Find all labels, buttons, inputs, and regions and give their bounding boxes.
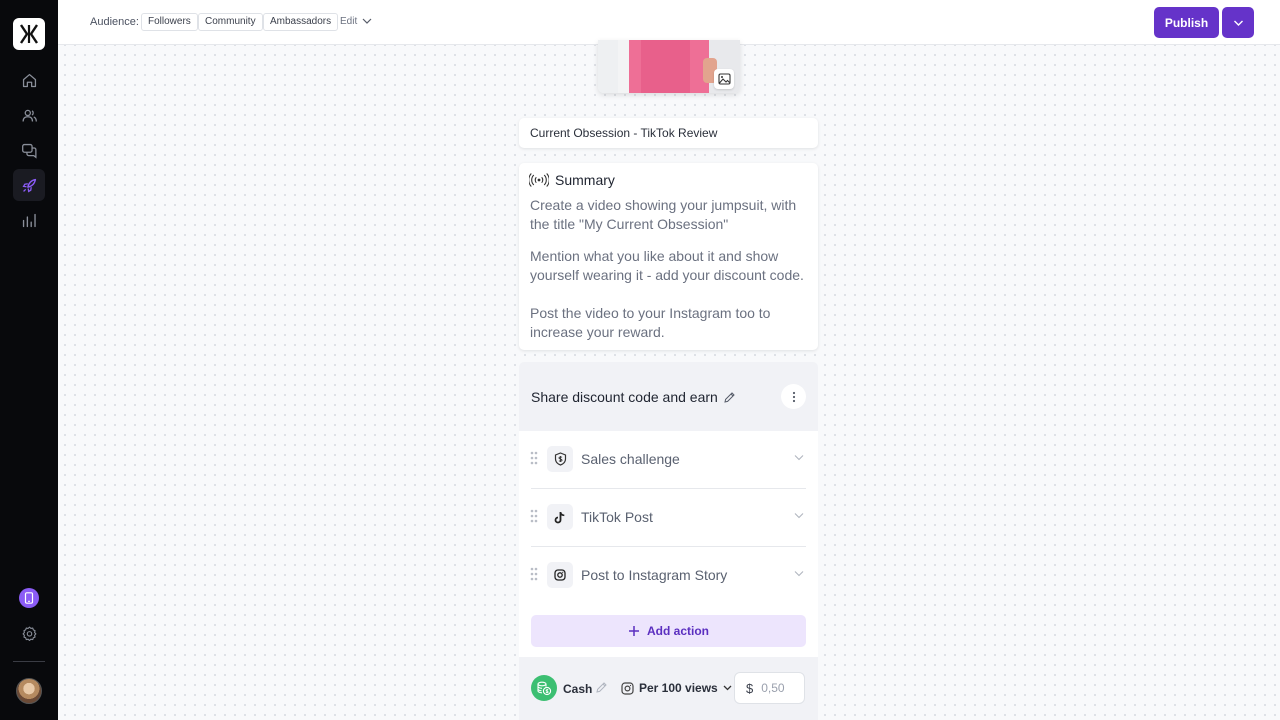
summary-text[interactable]: Create a video showing your jumpsuit, wi… <box>530 196 810 355</box>
drag-handle-icon[interactable] <box>530 451 538 465</box>
drag-handle-icon[interactable] <box>530 509 538 523</box>
tiktok-icon <box>554 511 565 523</box>
add-action-button[interactable]: Add action <box>531 615 806 647</box>
action-label: Post to Instagram Story <box>581 567 728 583</box>
sidebar-item-analytics[interactable] <box>13 204 45 236</box>
reward-title-text: Share discount code and earn <box>531 389 718 405</box>
audience-chip-community[interactable]: Community <box>198 13 263 31</box>
audience-chip-ambassadors[interactable]: Ambassadors <box>263 13 339 31</box>
summary-paragraph: Mention what you like about it and show … <box>530 248 804 283</box>
payout-metric-label: Per 100 views <box>639 681 718 695</box>
add-action-label: Add action <box>647 624 709 638</box>
payout-type: Cash <box>563 682 593 696</box>
chevron-down-icon[interactable] <box>794 512 804 519</box>
bar-chart-icon <box>22 213 36 227</box>
image-content <box>640 40 691 93</box>
reward-title[interactable]: Share discount code and earn <box>531 389 736 405</box>
pencil-icon[interactable] <box>723 391 736 404</box>
sidebar-item-messages[interactable] <box>13 134 45 166</box>
shield-dollar-icon <box>554 452 566 466</box>
instagram-icon <box>621 681 634 695</box>
action-label: TikTok Post <box>581 509 653 525</box>
audience-chip-followers[interactable]: Followers <box>141 13 198 31</box>
amount-field[interactable]: $ <box>734 672 805 704</box>
sidebar-divider <box>13 661 45 662</box>
chevron-down-icon[interactable] <box>794 454 804 461</box>
cash-icon <box>531 675 557 701</box>
summary-card: Summary Create a video showing your jump… <box>519 163 818 350</box>
action-label: Sales challenge <box>581 451 680 467</box>
instagram-icon <box>554 569 566 581</box>
rocket-icon <box>22 178 36 192</box>
campaign-cover-image <box>598 40 740 93</box>
change-image-button[interactable] <box>714 69 734 89</box>
action-item[interactable]: TikTok Post <box>519 489 818 547</box>
amount-input[interactable] <box>761 681 798 695</box>
plus-icon <box>629 626 639 636</box>
home-icon <box>22 73 36 87</box>
broadcast-icon <box>529 173 549 187</box>
publish-options-button[interactable] <box>1222 7 1254 38</box>
logo-mark-icon <box>20 24 38 44</box>
gear-icon <box>22 626 36 641</box>
campaign-title: Current Obsession - TikTok Review <box>530 126 718 140</box>
users-icon <box>21 109 37 121</box>
publish-button[interactable]: Publish <box>1154 7 1219 38</box>
summary-paragraph: Post the video to your Instagram too to … <box>530 305 771 340</box>
audience-edit-link[interactable]: Edit <box>340 16 357 27</box>
reward-options-button[interactable] <box>781 384 806 409</box>
phone-icon <box>24 592 34 604</box>
chat-icon <box>21 143 37 159</box>
action-icon-box <box>547 504 573 530</box>
currency-symbol: $ <box>746 680 754 696</box>
top-bar: Audience: Followers Community Ambassador… <box>58 0 1280 45</box>
brand-logo[interactable] <box>13 18 45 50</box>
audience-label: Audience: <box>90 16 139 28</box>
chevron-down-icon <box>1233 20 1243 26</box>
more-vertical-icon <box>792 391 795 402</box>
sidebar-item-home[interactable] <box>13 64 45 96</box>
campaign-title-field[interactable]: Current Obsession - TikTok Review <box>519 118 818 148</box>
chevron-down-icon[interactable] <box>794 570 804 577</box>
action-item[interactable]: Post to Instagram Story <box>519 547 818 605</box>
action-icon-box <box>547 562 573 588</box>
reward-panel: Share discount code and earn Sales chall… <box>519 362 818 720</box>
pencil-icon[interactable] <box>595 681 608 694</box>
image-icon <box>717 73 731 85</box>
actions-list: Sales challenge TikTok Post Post to Inst… <box>519 431 818 657</box>
summary-paragraph: Create a video showing your jumpsuit, wi… <box>530 197 797 232</box>
sidebar-item-users[interactable] <box>13 99 45 131</box>
coins-icon <box>537 681 552 696</box>
sidebar-item-settings[interactable] <box>13 617 45 649</box>
sidebar <box>0 0 58 720</box>
avatar[interactable] <box>16 678 42 704</box>
payout-settings: Cash Per 100 views $ <box>519 657 818 720</box>
summary-heading: Summary <box>555 172 615 188</box>
chevron-down-icon[interactable] <box>362 17 372 25</box>
drag-handle-icon[interactable] <box>530 567 538 581</box>
action-icon-box <box>547 446 573 472</box>
chevron-down-icon <box>723 685 732 691</box>
mobile-preview-button[interactable] <box>19 588 39 608</box>
summary-header: Summary <box>529 172 615 188</box>
sidebar-item-campaigns[interactable] <box>13 169 45 201</box>
action-item[interactable]: Sales challenge <box>519 431 818 489</box>
payout-metric-dropdown[interactable]: Per 100 views <box>621 681 732 695</box>
